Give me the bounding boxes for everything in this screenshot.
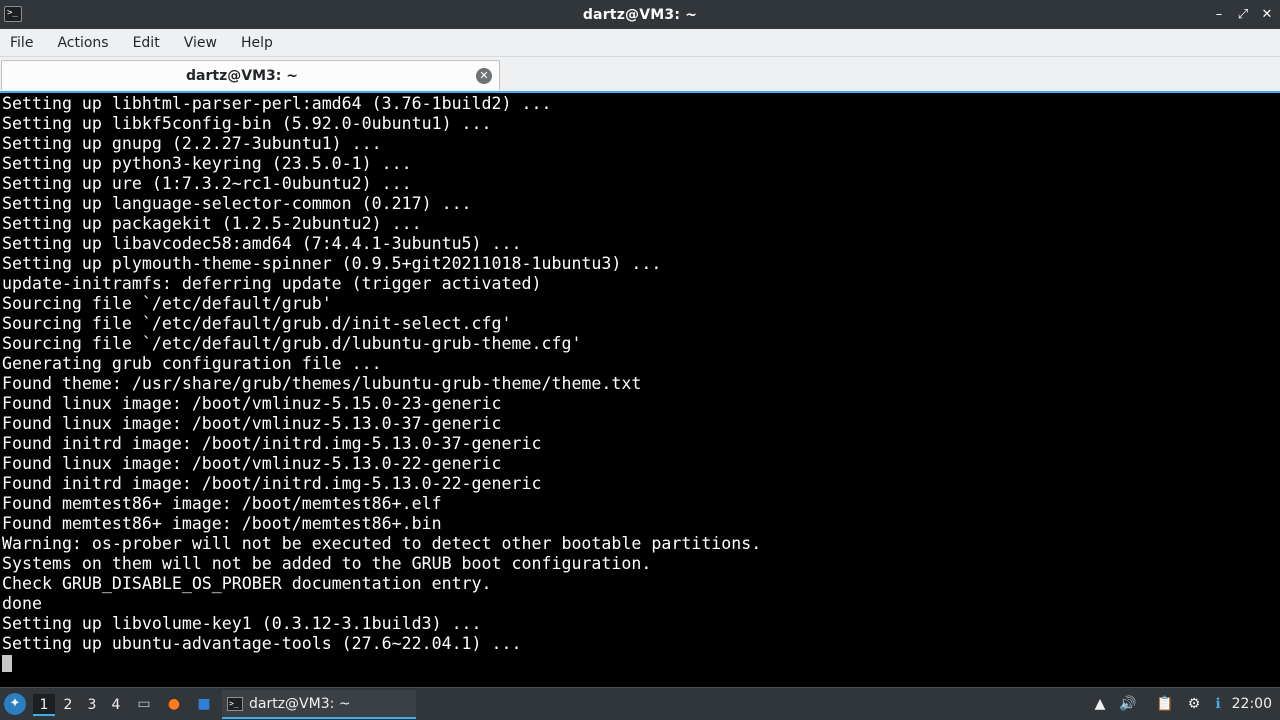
file-manager-icon[interactable]: ▭: [133, 694, 155, 714]
menu-help[interactable]: Help: [241, 35, 285, 51]
menu-bar: File Actions Edit View Help: [0, 29, 1280, 57]
window-controls: – ⤢ ✕: [1212, 0, 1274, 29]
menu-actions[interactable]: Actions: [57, 35, 120, 51]
start-menu-icon[interactable]: ✦: [4, 693, 26, 715]
window-titlebar[interactable]: >_ dartz@VM3: ~ – ⤢ ✕: [0, 0, 1280, 29]
terminal-line: Found memtest86+ image: /boot/memtest86+…: [2, 514, 442, 533]
taskbar-window-terminal[interactable]: >_ dartz@VM3: ~: [222, 690, 416, 719]
terminal-line: update-initramfs: deferring update (trig…: [2, 274, 542, 293]
terminal-line: Sourcing file `/etc/default/grub.d/lubun…: [2, 334, 582, 353]
clipboard-icon[interactable]: 📋: [1155, 694, 1175, 714]
terminal-line: Setting up libhtml-parser-perl:amd64 (3.…: [2, 94, 552, 113]
update-icon[interactable]: ℹ: [1208, 694, 1228, 714]
terminal-icon[interactable]: >_: [4, 6, 22, 22]
terminal-line: Setting up plymouth-theme-spinner (0.9.5…: [2, 254, 662, 273]
desktop-4-button[interactable]: 4: [105, 694, 127, 716]
tab-close-icon[interactable]: ✕: [476, 68, 492, 84]
taskbar: ✦ 1 2 3 4 ▭ ● ■ >_ dartz@VM3: ~ ▲ 🔊 📋 ⚙ …: [0, 687, 1280, 720]
volume-icon[interactable]: 🔊: [1118, 694, 1138, 714]
terminal-line: Setting up ubuntu-advantage-tools (27.6~…: [2, 634, 522, 653]
menu-file[interactable]: File: [10, 35, 45, 51]
terminal-line: Setting up libavcodec58:amd64 (7:4.4.1-3…: [2, 234, 522, 253]
terminal-line: Generating grub configuration file ...: [2, 354, 382, 373]
terminal-line: Setting up libvolume-key1 (0.3.12-3.1bui…: [2, 614, 482, 633]
terminal-line: Found initrd image: /boot/initrd.img-5.1…: [2, 434, 542, 453]
terminal-line: Found theme: /usr/share/grub/themes/lubu…: [2, 374, 642, 393]
show-desktop-icon[interactable]: ■: [193, 694, 215, 714]
terminal-icon: >_: [227, 696, 243, 711]
terminal-line: Found linux image: /boot/vmlinuz-5.13.0-…: [2, 414, 502, 433]
close-icon[interactable]: ✕: [1260, 7, 1274, 22]
terminal-line: Found memtest86+ image: /boot/memtest86+…: [2, 494, 442, 513]
menu-view[interactable]: View: [184, 35, 229, 51]
terminal-line: Found linux image: /boot/vmlinuz-5.13.0-…: [2, 454, 502, 473]
terminal-output: Setting up libhtml-parser-perl:amd64 (3.…: [2, 94, 761, 654]
tray-expand-icon[interactable]: ▲: [1090, 694, 1110, 714]
terminal-line: Sourcing file `/etc/default/grub.d/init-…: [2, 314, 512, 333]
terminal-line: Found linux image: /boot/vmlinuz-5.15.0-…: [2, 394, 502, 413]
clock[interactable]: 22:00: [1232, 688, 1272, 720]
terminal-line: Setting up language-selector-common (0.2…: [2, 194, 472, 213]
terminal-line: Sourcing file `/etc/default/grub': [2, 294, 332, 313]
terminal-line: Check GRUB_DISABLE_OS_PROBER documentati…: [2, 574, 492, 593]
menu-edit[interactable]: Edit: [133, 35, 172, 51]
network-icon[interactable]: ⚙: [1184, 694, 1204, 714]
window-title: dartz@VM3: ~: [582, 6, 698, 23]
terminal-line: done: [2, 594, 42, 613]
terminal-line: Setting up libkf5config-bin (5.92.0-0ubu…: [2, 114, 492, 133]
tab-label: dartz@VM3: ~: [186, 68, 298, 84]
taskbar-window-label: dartz@VM3: ~: [249, 695, 351, 712]
tab-terminal[interactable]: dartz@VM3: ~ ✕: [1, 60, 500, 90]
desktop-2-button[interactable]: 2: [57, 694, 79, 716]
terminal-line: Setting up packagekit (1.2.5-2ubuntu2) .…: [2, 214, 422, 233]
firefox-icon[interactable]: ●: [163, 694, 185, 714]
terminal-line: Setting up python3-keyring (23.5.0-1) ..…: [2, 154, 412, 173]
desktop-3-button[interactable]: 3: [81, 694, 103, 716]
terminal-line: Found initrd image: /boot/initrd.img-5.1…: [2, 474, 542, 493]
tab-bar: dartz@VM3: ~ ✕: [0, 57, 1280, 91]
terminal-view[interactable]: Setting up libhtml-parser-perl:amd64 (3.…: [0, 91, 1280, 687]
terminal-line: Systems on them will not be added to the…: [2, 554, 652, 573]
terminal-line: Setting up ure (1:7.3.2~rc1-0ubuntu2) ..…: [2, 174, 412, 193]
terminal-line: Setting up gnupg (2.2.27-3ubuntu1) ...: [2, 134, 382, 153]
desktop-1-button[interactable]: 1: [33, 694, 55, 716]
terminal-cursor: [2, 655, 12, 672]
terminal-line: Warning: os-prober will not be executed …: [2, 534, 762, 553]
maximize-icon[interactable]: ⤢: [1236, 7, 1250, 22]
minimize-icon[interactable]: –: [1212, 7, 1226, 22]
